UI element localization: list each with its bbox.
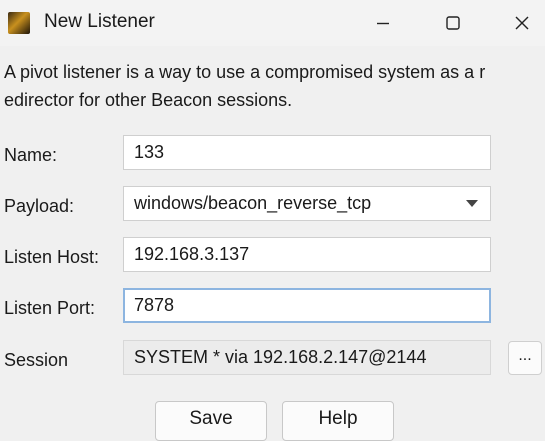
session-browse-button[interactable]: ... bbox=[508, 341, 542, 375]
save-button[interactable]: Save bbox=[155, 401, 267, 441]
close-button[interactable] bbox=[495, 0, 545, 46]
close-icon bbox=[515, 16, 529, 30]
session-field: SYSTEM * via 192.168.2.147@2144 bbox=[123, 340, 491, 375]
listen-host-field[interactable]: 192.168.3.137 bbox=[123, 237, 491, 272]
title-bar: New Listener bbox=[0, 0, 545, 46]
name-label: Name: bbox=[4, 145, 58, 165]
listen-port-label: Listen Port: bbox=[4, 298, 96, 318]
description-text: A pivot listener is a way to use a compr… bbox=[4, 62, 486, 110]
help-button[interactable]: Help bbox=[282, 401, 394, 441]
window-title: New Listener bbox=[44, 11, 155, 32]
maximize-button[interactable] bbox=[426, 0, 480, 46]
payload-value: windows/beacon_reverse_tcp bbox=[134, 193, 372, 213]
listen-host-label: Listen Host: bbox=[4, 247, 100, 267]
listen-port-field[interactable]: 7878 bbox=[123, 288, 491, 323]
maximize-icon bbox=[446, 16, 460, 30]
session-label: Session bbox=[4, 350, 69, 370]
minimize-icon bbox=[377, 22, 389, 25]
name-field[interactable]: 133 bbox=[123, 135, 491, 170]
app-icon bbox=[8, 12, 30, 34]
payload-select[interactable]: windows/beacon_reverse_tcp bbox=[123, 186, 491, 221]
minimize-button[interactable] bbox=[356, 0, 410, 46]
payload-label: Payload: bbox=[4, 196, 75, 216]
chevron-down-icon bbox=[466, 200, 478, 207]
